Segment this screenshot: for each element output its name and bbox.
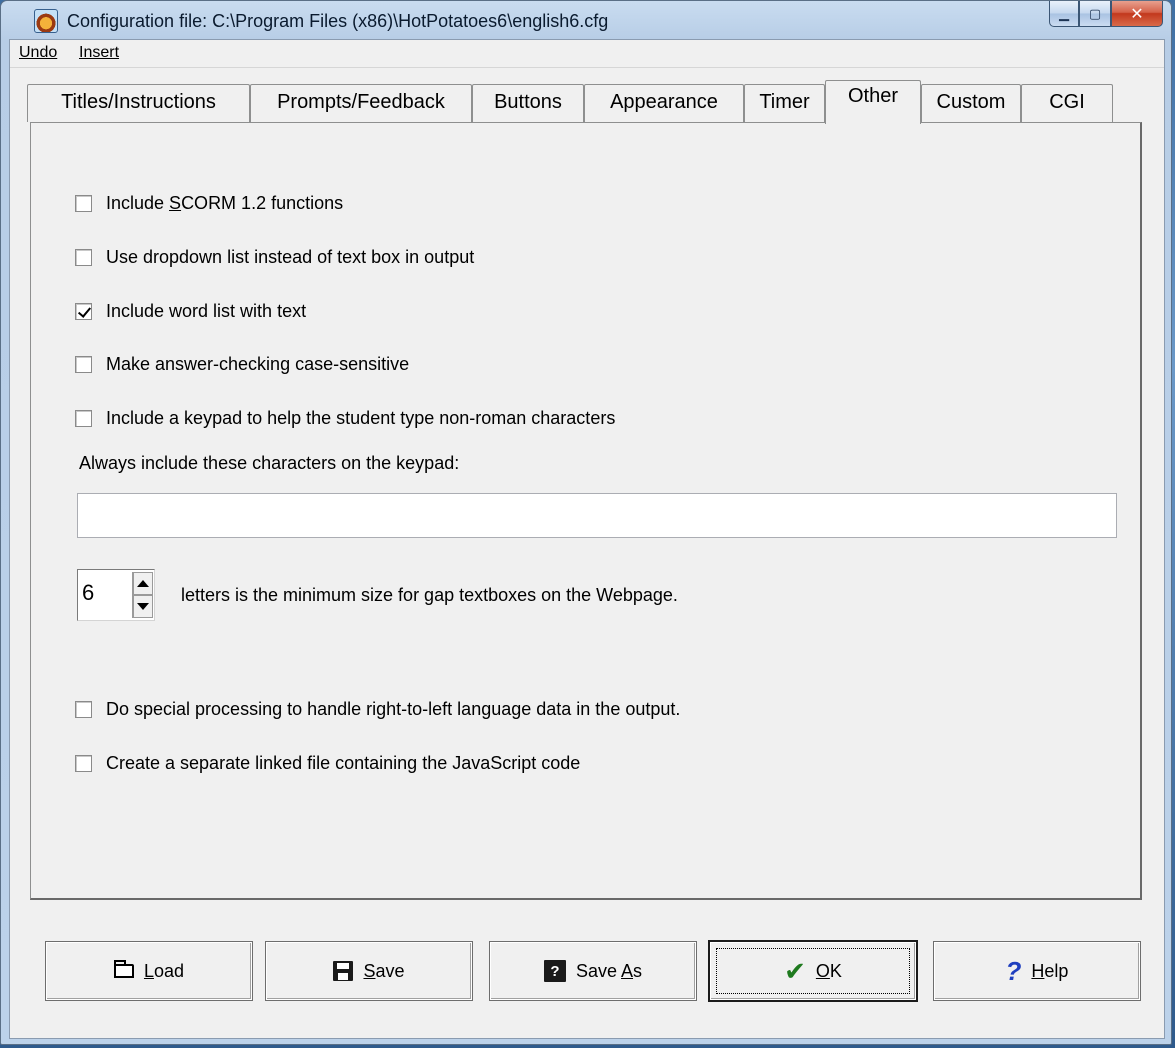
menu-bar: Undo Insert: [10, 40, 1164, 68]
keypad-label: Include a keypad to help the student typ…: [106, 408, 616, 428]
spin-up-button[interactable]: [133, 572, 153, 595]
tab-label: Buttons: [494, 91, 562, 113]
help-label: Help: [1031, 960, 1069, 981]
close-button[interactable]: ✕: [1111, 1, 1163, 27]
minimize-button[interactable]: ▁: [1049, 1, 1079, 27]
arrow-down-icon: [137, 603, 149, 610]
tab-cgi[interactable]: CGI: [1021, 84, 1113, 122]
title-bar[interactable]: Configuration file: C:\Program Files (x8…: [1, 1, 1171, 39]
button-bar: Load Save ? Save As ✔ OK ? Help: [10, 904, 1164, 1034]
tab-titles-instructions[interactable]: Titles/Instructions: [27, 84, 250, 122]
tab-appearance[interactable]: Appearance: [584, 84, 744, 122]
tab-label: Prompts/Feedback: [277, 91, 445, 113]
tab-prompts-feedback[interactable]: Prompts/Feedback: [250, 84, 472, 122]
maximize-button[interactable]: ▢: [1079, 1, 1111, 27]
minimize-icon: ▁: [1059, 5, 1069, 21]
load-label: Load: [143, 960, 185, 981]
wordlist-checkbox[interactable]: [75, 303, 92, 320]
close-icon: ✕: [1130, 5, 1144, 23]
gap-size-spinner[interactable]: 6: [77, 569, 155, 621]
case-sensitive-label: Make answer-checking case-sensitive: [106, 354, 410, 374]
linked-js-checkbox[interactable]: [75, 755, 92, 772]
save-button[interactable]: Save: [265, 941, 473, 1001]
hot-potatoes-icon[interactable]: [34, 9, 58, 33]
keypad-option[interactable]: Include a keypad to help the student typ…: [75, 408, 615, 429]
menu-insert-label: Insert: [79, 44, 120, 61]
menu-undo-label: Undo: [19, 44, 58, 61]
save-label: Save: [363, 960, 405, 981]
scorm-label: Include SCORM 1.2 functions: [106, 193, 344, 213]
menu-insert[interactable]: Insert: [79, 44, 119, 62]
focus-rect: [716, 948, 910, 994]
open-folder-icon: [113, 960, 134, 978]
save-disk-icon: [333, 961, 354, 981]
tab-other[interactable]: Other: [825, 80, 921, 124]
keypad-chars-input[interactable]: [77, 493, 1117, 538]
menu-undo[interactable]: Undo: [19, 44, 57, 62]
save-as-label: Save As: [575, 960, 643, 981]
config-window: Configuration file: C:\Program Files (x8…: [0, 0, 1172, 1045]
tab-label: Timer: [759, 91, 810, 113]
wordlist-option[interactable]: Include word list with text: [75, 301, 306, 322]
caption-buttons: ▁ ▢ ✕: [1049, 1, 1163, 27]
spin-down-button[interactable]: [133, 595, 153, 618]
case-sensitive-checkbox[interactable]: [75, 356, 92, 373]
keypad-checkbox[interactable]: [75, 410, 92, 427]
tab-label: Titles/Instructions: [61, 91, 216, 113]
gap-size-label: letters is the minimum size for gap text…: [181, 585, 678, 605]
tab-label: Custom: [936, 91, 1006, 113]
tab-label: Appearance: [610, 91, 718, 113]
arrow-up-icon: [137, 580, 149, 587]
save-as-button[interactable]: ? Save As: [489, 941, 697, 1001]
dropdown-checkbox[interactable]: [75, 249, 92, 266]
tab-custom[interactable]: Custom: [921, 84, 1021, 122]
case-sensitive-option[interactable]: Make answer-checking case-sensitive: [75, 354, 409, 375]
rtl-checkbox[interactable]: [75, 701, 92, 718]
tab-timer[interactable]: Timer: [744, 84, 825, 122]
ok-button[interactable]: ✔ OK: [708, 940, 918, 1002]
dropdown-label: Use dropdown list instead of text box in…: [106, 247, 475, 267]
help-button[interactable]: ? Help: [933, 941, 1141, 1001]
window-title: Configuration file: C:\Program Files (x8…: [67, 11, 609, 31]
save-as-icon: ?: [543, 960, 566, 982]
tab-label: Other: [847, 85, 899, 107]
load-button[interactable]: Load: [45, 941, 253, 1001]
keypad-chars-label: Always include these characters on the k…: [79, 453, 460, 473]
rtl-option[interactable]: Do special processing to handle right-to…: [75, 699, 680, 720]
question-mark-icon: ?: [1005, 956, 1022, 986]
linked-js-label: Create a separate linked file containing…: [106, 753, 581, 773]
tab-buttons[interactable]: Buttons: [472, 84, 584, 122]
rtl-label: Do special processing to handle right-to…: [106, 699, 681, 719]
linked-js-option[interactable]: Create a separate linked file containing…: [75, 753, 580, 774]
dropdown-option[interactable]: Use dropdown list instead of text box in…: [75, 247, 474, 268]
wordlist-label: Include word list with text: [106, 301, 307, 321]
tab-label: CGI: [1049, 91, 1085, 113]
spin-buttons: [132, 572, 153, 618]
other-tab-panel: Include SCORM 1.2 functions Use dropdown…: [30, 122, 1142, 900]
client-area: Undo Insert Titles/Instructions Prompts/…: [9, 39, 1165, 1039]
scorm-checkbox[interactable]: [75, 195, 92, 212]
gap-size-value[interactable]: 6: [82, 580, 94, 606]
maximize-icon: ▢: [1088, 5, 1102, 21]
scorm-option[interactable]: Include SCORM 1.2 functions: [75, 193, 343, 214]
